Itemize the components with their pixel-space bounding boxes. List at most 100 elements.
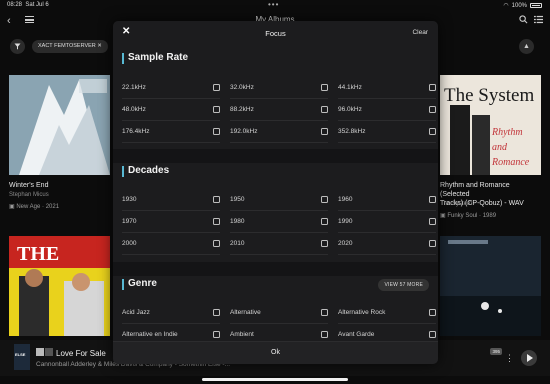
option-ambient[interactable]: Ambient [230,324,328,341]
view-more-genres-button[interactable]: VIEW 57 MORE [378,279,429,291]
album-card[interactable]: The System Rhythm and Romance Rhythm and… [440,75,541,220]
album-card[interactable]: Winter's End Stephan Micus ▣ New Age · 2… [9,75,110,215]
arrow-up-icon: ▲ [523,43,530,50]
option-1960[interactable]: 1960 [338,189,436,211]
option-1930[interactable]: 1930 [122,189,220,211]
option-acid-jazz[interactable]: Acid Jazz [122,302,220,324]
modal-footer: Ok [113,341,438,364]
checkbox[interactable] [213,309,220,316]
option-2000[interactable]: 2000 [122,233,220,255]
filter-button[interactable] [10,39,25,54]
multitask-dots-icon[interactable]: ••• [268,0,279,9]
album-title: Winter's End [9,182,49,189]
option-352-8khz[interactable]: 352.8kHz [338,121,436,143]
svg-text:and: and [492,142,508,153]
checkbox[interactable] [429,218,436,225]
modal-title: Focus [265,29,286,38]
checkbox[interactable] [429,196,436,203]
accent-bar [122,279,124,290]
wifi-icon: ◠ [503,3,509,9]
checkbox[interactable] [321,331,328,338]
checkbox[interactable] [321,309,328,316]
album-genre: ▣ New Age · 2021 [9,204,60,210]
option-44-1khz[interactable]: 44.1kHz [338,77,436,99]
option-176-4khz[interactable]: 176.4kHz [122,121,220,143]
checkbox[interactable] [213,218,220,225]
checkbox[interactable] [429,240,436,247]
now-playing-art [14,344,30,370]
accent-bar [122,166,124,177]
checkbox[interactable] [213,196,220,203]
status-time: 08:28 Sat Jul 6 [7,2,49,8]
album-card[interactable]: THE [9,236,110,336]
checkbox[interactable] [429,84,436,91]
album-card[interactable] [440,236,541,336]
checkbox[interactable] [213,331,220,338]
checkbox[interactable] [321,196,328,203]
play-icon [527,354,533,362]
checkbox[interactable] [321,240,328,247]
svg-text:Romance: Romance [491,157,530,168]
checkbox[interactable] [429,331,436,338]
option-2010[interactable]: 2010 [230,233,328,255]
section-title: Genre [128,278,157,289]
option-alternative-rock[interactable]: Alternative Rock [338,302,436,324]
option-32-0khz[interactable]: 32.0kHz [230,77,328,99]
source-icon [45,348,53,356]
status-bar: 08:28 Sat Jul 6 ••• ◠ 100% [0,0,550,10]
option-96-0khz[interactable]: 96.0kHz [338,99,436,121]
checkbox[interactable] [213,128,220,135]
checkbox[interactable] [213,240,220,247]
scroll-top-button[interactable]: ▲ [519,39,534,54]
checkbox[interactable] [321,84,328,91]
svg-text:Rhythm: Rhythm [491,127,523,138]
battery-icon [530,3,542,8]
checkbox[interactable] [429,309,436,316]
funnel-icon [14,43,21,50]
clear-button[interactable]: Clear [412,29,428,36]
section-title: Sample Rate [128,52,189,63]
option-alternative-en-indie[interactable]: Alternative en Indie [122,324,220,341]
album-art: THE [9,236,110,336]
section-divider [113,262,438,276]
option-1950[interactable]: 1950 [230,189,328,211]
focus-modal: ✕ Focus Clear Sample Rate 22.1kHz 32.0kH… [113,21,438,364]
checkbox[interactable] [213,84,220,91]
checkbox[interactable] [213,106,220,113]
play-button[interactable] [521,350,537,366]
album-genre: ▣ Funky Soul · 1989 [440,213,497,219]
more-vertical-icon[interactable]: ⋮ [505,353,514,364]
svg-text:THE: THE [17,243,59,265]
source-filter-chip[interactable]: XACT FEMTOSERVER ✕ [32,40,108,53]
option-alternative[interactable]: Alternative [230,302,328,324]
album-art: The System Rhythm and Romance [440,75,541,175]
section-divider [113,149,438,163]
ok-button[interactable]: Ok [113,349,438,356]
option-1980[interactable]: 1980 [230,211,328,233]
option-avant-garde[interactable]: Avant Garde [338,324,436,341]
queue-count-badge[interactable]: 395 [490,348,502,355]
option-2020[interactable]: 2020 [338,233,436,255]
option-1970[interactable]: 1970 [122,211,220,233]
checkbox[interactable] [429,106,436,113]
home-indicator[interactable] [202,378,348,381]
album-art [440,236,541,336]
checkbox[interactable] [321,106,328,113]
album-art [9,75,110,175]
checkbox[interactable] [429,128,436,135]
checkbox[interactable] [321,218,328,225]
section-title: Decades [128,165,170,176]
option-48-0khz[interactable]: 48.0kHz [122,99,220,121]
option-22-1khz[interactable]: 22.1kHz [122,77,220,99]
option-192-0khz[interactable]: 192.0kHz [230,121,328,143]
option-88-2khz[interactable]: 88.2kHz [230,99,328,121]
modal-body[interactable]: Sample Rate 22.1kHz 32.0kHz 44.1kHz 48.0… [113,45,438,341]
accent-bar [122,53,124,64]
list-view-icon[interactable] [534,15,543,24]
modal-header: ✕ Focus Clear [113,21,438,45]
album-artist: The System [440,201,473,207]
checkbox[interactable] [321,128,328,135]
option-1990[interactable]: 1990 [338,211,436,233]
search-icon[interactable] [519,15,528,24]
quality-icon [36,348,44,356]
